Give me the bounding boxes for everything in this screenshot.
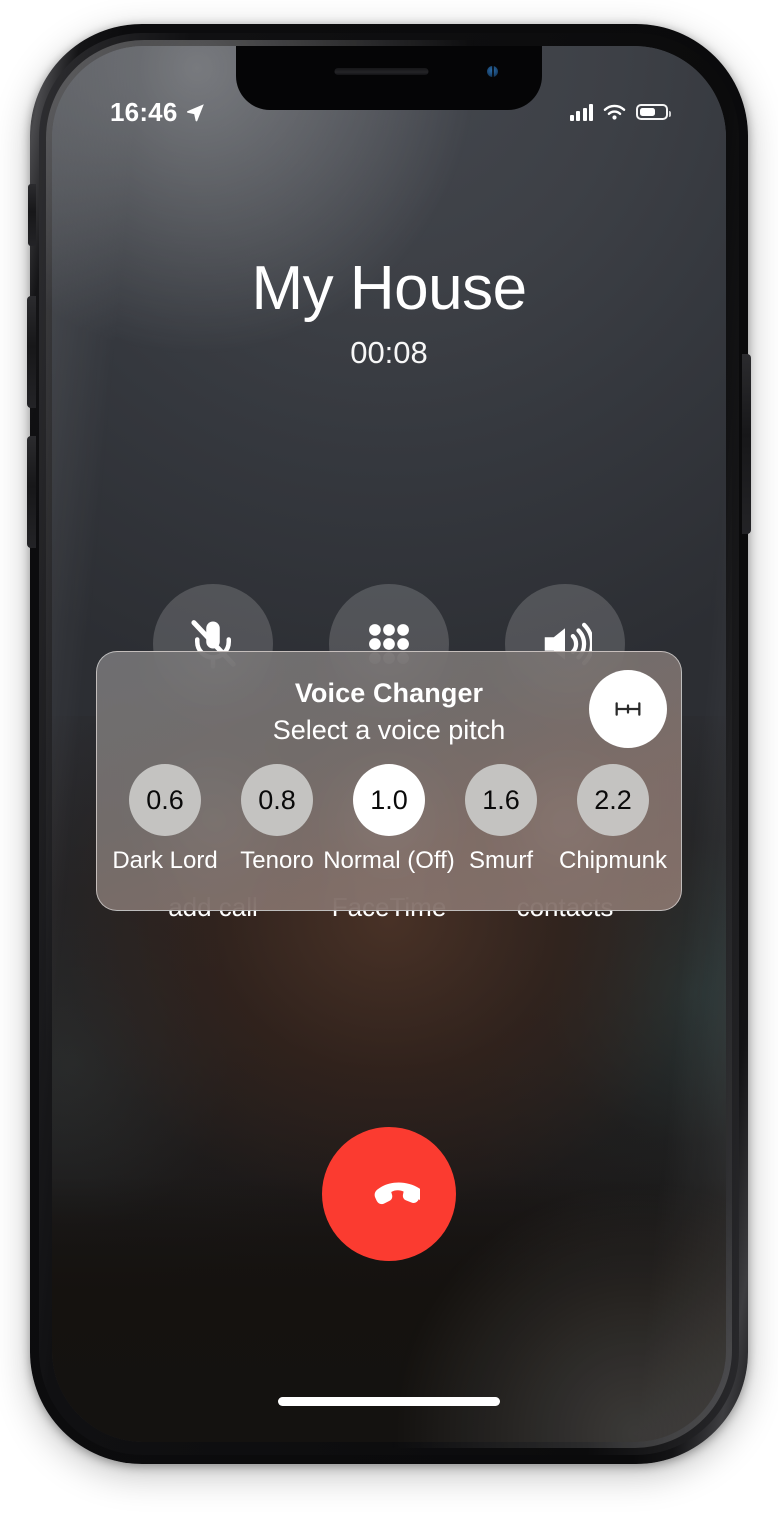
pitch-option-tenoro[interactable]: 0.8 Tenoro	[223, 764, 331, 875]
pitch-option-value[interactable]: 0.8	[241, 764, 313, 836]
phone-device-frame: 16:46 My House 00:08 Voice Changer Selec…	[27, 24, 751, 1464]
pitch-option-normal-off[interactable]: 1.0 Normal (Off)	[323, 764, 455, 875]
call-header: My House 00:08	[52, 256, 726, 371]
pitch-option-value[interactable]: 0.6	[129, 764, 201, 836]
pitch-options-list: 0.6 Dark Lord 0.8 Tenoro 1.0 Normal (Off…	[97, 764, 681, 875]
pitch-option-dark-lord[interactable]: 0.6 Dark Lord	[111, 764, 219, 875]
cellular-signal-icon	[569, 103, 593, 121]
volume-up-button[interactable]	[27, 296, 36, 408]
device-notch	[236, 46, 542, 110]
mute-switch-button[interactable]	[28, 184, 36, 246]
pitch-slider-icon	[615, 702, 641, 716]
location-arrow-icon	[186, 103, 204, 121]
pitch-option-label: Dark Lord	[112, 847, 218, 874]
voice-changer-panel: Voice Changer Select a voice pitch 0.6 D…	[96, 651, 682, 911]
pitch-option-label: Tenoro	[240, 847, 314, 874]
pitch-option-value[interactable]: 1.6	[465, 764, 537, 836]
pitch-option-smurf[interactable]: 1.6 Smurf	[447, 764, 555, 875]
earpiece-speaker	[334, 68, 429, 75]
power-button[interactable]	[742, 354, 751, 534]
battery-level-fill	[639, 107, 655, 117]
pitch-option-chipmunk[interactable]: 2.2 Chipmunk	[559, 764, 667, 875]
phone-screen: 16:46 My House 00:08 Voice Changer Selec…	[52, 46, 726, 1442]
status-bar-left: 16:46	[110, 97, 206, 128]
pitch-slider-button[interactable]	[589, 670, 667, 748]
status-time: 16:46	[110, 96, 178, 127]
home-indicator[interactable]	[278, 1397, 500, 1406]
pitch-option-value[interactable]: 2.2	[577, 764, 649, 836]
pitch-option-label: Normal (Off)	[323, 847, 455, 874]
end-call-button[interactable]	[322, 1127, 456, 1261]
call-contact-name: My House	[251, 254, 527, 323]
status-bar-right	[569, 103, 671, 122]
battery-icon	[636, 104, 671, 120]
volume-down-button[interactable]	[27, 436, 36, 548]
pitch-option-label: Chipmunk	[558, 847, 668, 874]
wifi-icon	[603, 104, 626, 120]
pitch-option-label: Smurf	[468, 847, 533, 874]
end-call-handset-icon	[374, 1182, 420, 1205]
pitch-option-value[interactable]: 1.0	[353, 764, 425, 836]
call-duration: 00:08	[350, 335, 428, 371]
front-camera-icon	[487, 66, 498, 77]
